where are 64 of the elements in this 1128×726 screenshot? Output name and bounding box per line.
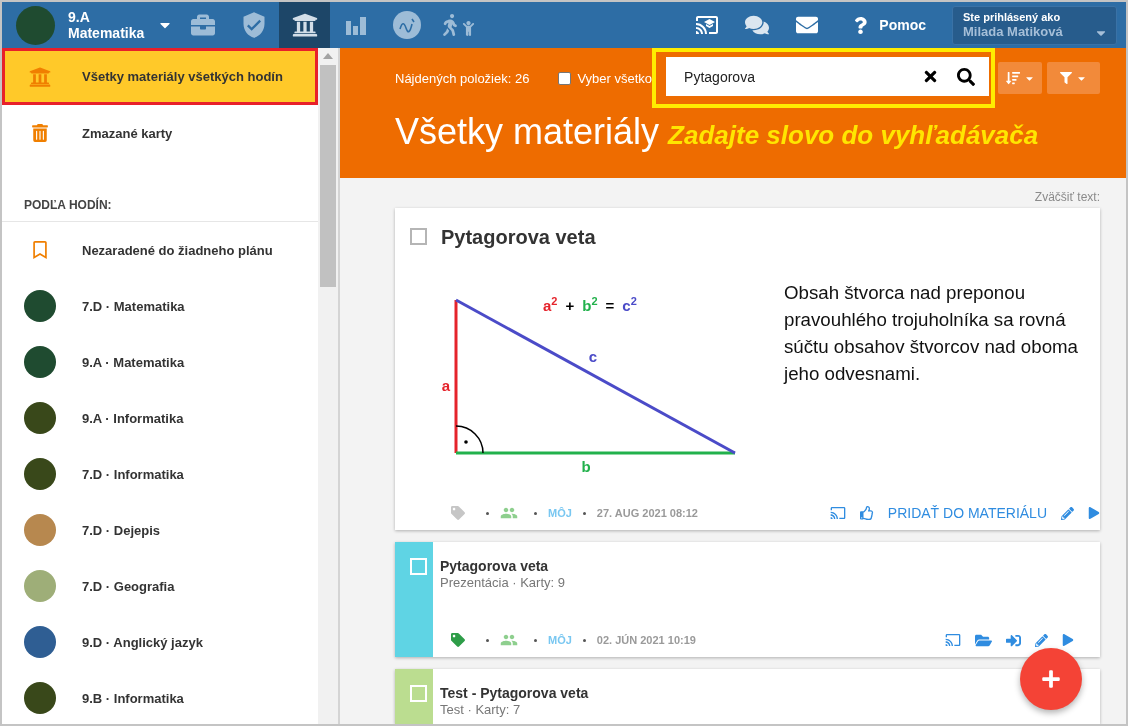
chat-bubbles-icon (745, 13, 770, 37)
help-button[interactable]: Pomoc (832, 2, 935, 48)
class-photo-placeholder (16, 5, 55, 45)
edit-button[interactable] (1035, 633, 1048, 647)
sidebar-item[interactable]: Všetky materiály všetkých hodín (2, 48, 318, 105)
cast-icon (829, 505, 846, 521)
import-button[interactable] (1006, 632, 1021, 648)
play-button[interactable] (1062, 634, 1074, 646)
user-menu[interactable]: Ste prihlásený ako Milada Matiková (952, 5, 1117, 45)
card-subtitle: Test · Karty: 7 (440, 702, 522, 718)
select-all-checkbox[interactable] (558, 71, 572, 85)
filter-button[interactable] (1047, 62, 1101, 94)
section-label: PODĽA HODÍN: (24, 198, 112, 212)
cast-icon (945, 632, 961, 648)
edit-button[interactable] (1061, 506, 1074, 520)
bank-icon (29, 65, 51, 88)
pencil-icon (1061, 506, 1074, 520)
briefcase-icon (190, 13, 215, 37)
sort-icon (1005, 71, 1020, 85)
bar-chart-icon (345, 15, 366, 35)
page-title: Všetky materiály (395, 111, 660, 152)
formula: a$^{2}$ + b$^{2}$ = c$^{2}$ (543, 294, 637, 316)
result-count: Nájdených položiek: 26 (395, 70, 530, 86)
card-title: Pytagorova veta (441, 224, 596, 249)
cast-button[interactable] (829, 505, 846, 521)
search-icon (957, 67, 976, 86)
scroll-up-arrow-icon[interactable] (323, 53, 333, 59)
date-text: 02. JÚN 2021 10:19 (596, 634, 696, 646)
side-label: a (441, 376, 451, 394)
card-description: Obsah štvorca nad preponou pravouhlého trojuholníka sa rovná súčtu obsahov štvorcov nad oboma jeho odvesnami. (784, 281, 1079, 386)
annotation-text: Zadajte slovo do vyhľadávača (668, 120, 1039, 151)
thumbs-up-icon (859, 506, 874, 520)
search-field[interactable]: Pytagorova (666, 57, 990, 96)
plus-icon (1041, 669, 1061, 689)
card-checkbox[interactable] (410, 228, 427, 245)
like-button[interactable] (859, 506, 874, 520)
help-icon (852, 16, 870, 34)
sort-button[interactable] (998, 62, 1043, 94)
side-label: c (588, 347, 598, 365)
mail-icon (796, 14, 819, 36)
sign-in-icon (1006, 632, 1021, 648)
card-title: Test - Pytagorova veta (440, 685, 590, 702)
owner-label: MÔJ (548, 507, 572, 519)
trash-icon (31, 124, 49, 142)
filter-icon (1060, 72, 1073, 84)
date-text: 27. AUG 2021 08:12 (596, 507, 698, 519)
add-to-material-link[interactable]: PRIDAŤ DO MATERIÁLU (887, 505, 1047, 521)
side-label: b (581, 457, 591, 475)
owner-label: MÔJ (548, 634, 572, 646)
bookmark-icon (31, 241, 49, 259)
cast-icon (695, 13, 720, 37)
circle-scribble-icon (392, 11, 421, 39)
card-title: Pytagorova veta (440, 558, 550, 575)
nav-tab[interactable] (279, 2, 330, 48)
right-angle-mark (455, 425, 484, 454)
cast-button[interactable] (945, 632, 961, 648)
pencil-icon (1035, 633, 1048, 647)
card-subtitle: Prezentácia · Karty: 9 (440, 575, 566, 591)
play-button[interactable] (1088, 507, 1100, 519)
scrollbar-thumb[interactable] (320, 65, 336, 287)
play-icon (1062, 634, 1074, 646)
bank-icon (291, 12, 318, 38)
class-selector[interactable]: 9.A Matematika (2, 2, 177, 48)
play-icon (1088, 507, 1100, 519)
